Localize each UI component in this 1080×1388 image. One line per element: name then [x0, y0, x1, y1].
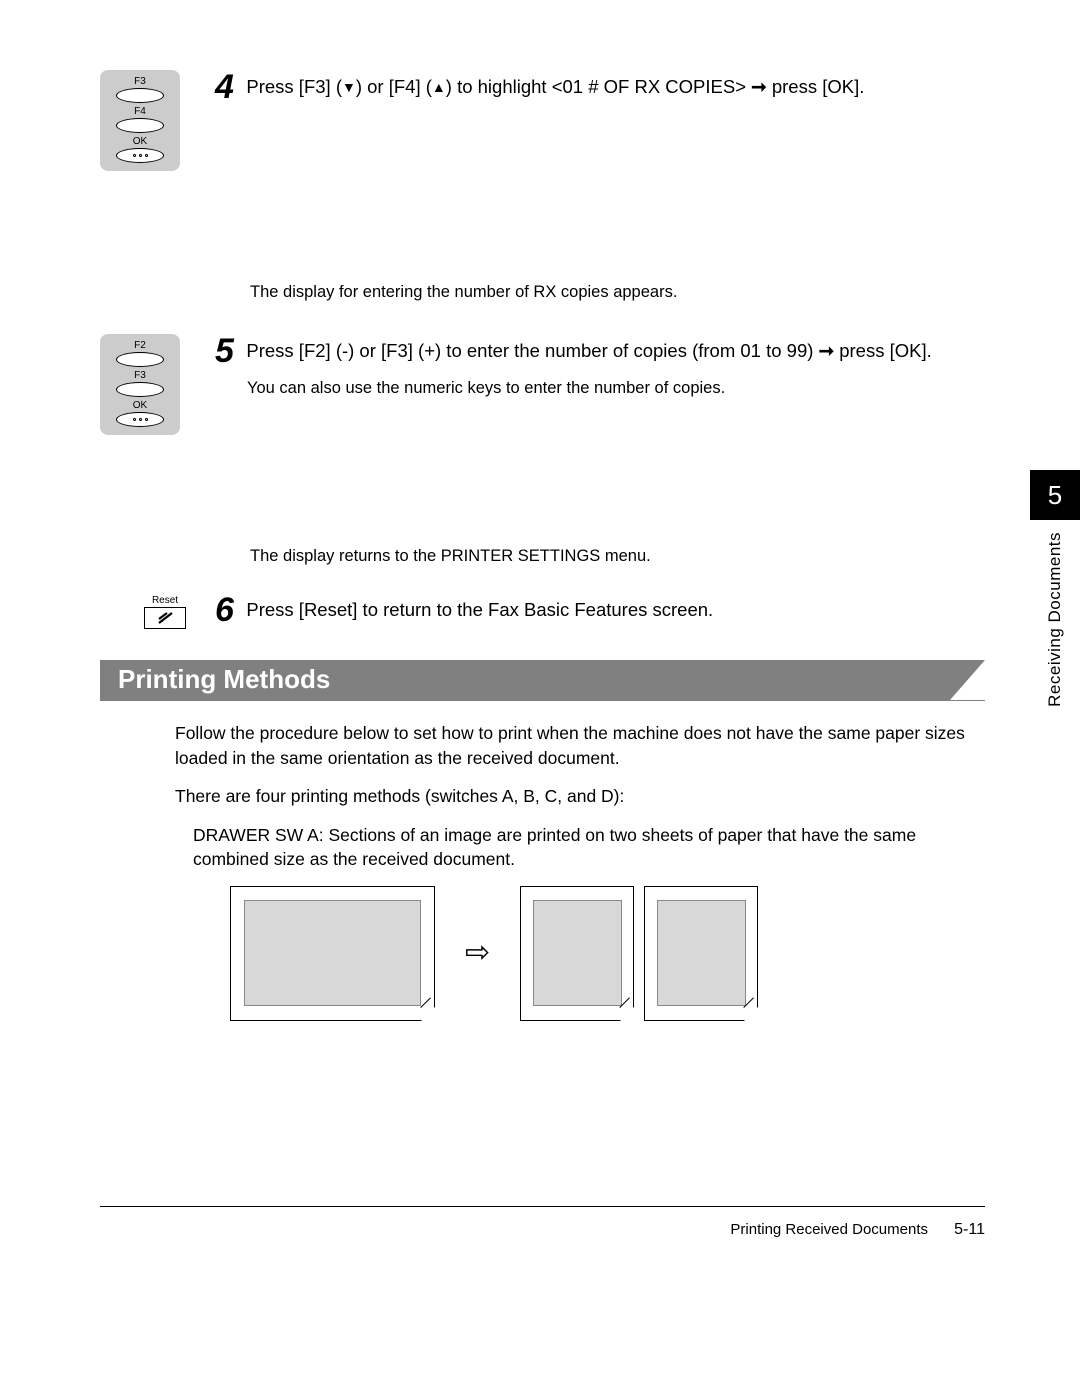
key-f3-label: F3 — [134, 76, 146, 87]
step-text: Press [F3] (▼) or [F4] (▲) to highlight … — [246, 76, 864, 97]
section-heading: Printing Methods — [100, 660, 985, 701]
footer-page: 5-11 — [954, 1221, 985, 1238]
step4-after-text: The display for entering the number of R… — [250, 281, 985, 304]
split-page-left-icon — [520, 886, 634, 1021]
reset-key-icon: Reset — [100, 593, 215, 629]
footer-title: Printing Received Documents — [730, 1221, 928, 1238]
key-f4-label: F4 — [134, 106, 146, 117]
section-p3: DRAWER SW A: Sections of an image are pr… — [193, 823, 985, 872]
step-note: You can also use the numeric keys to ent… — [247, 377, 985, 400]
key-f2-label: F2 — [134, 340, 146, 351]
step-6: Reset 6 Press [Reset] to return to the F… — [100, 593, 985, 630]
step-number: 6 — [215, 591, 234, 630]
step-4: F3 F4 OK 4 Press [F3] (▼) or [F4] (▲) to… — [100, 70, 985, 171]
section-body: Follow the procedure below to set how to… — [175, 721, 985, 1021]
diagram-drawer-a: ⇨ — [230, 886, 985, 1021]
key-ok-label: OK — [133, 400, 147, 411]
section-p2: There are four printing methods (switche… — [175, 784, 985, 809]
step-text: Press [F2] (-) or [F3] (+) to enter the … — [246, 340, 931, 361]
step5-after-text: The display returns to the PRINTER SETTI… — [250, 545, 985, 568]
section-p1: Follow the procedure below to set how to… — [175, 721, 985, 770]
reset-icon — [157, 611, 174, 625]
arrow-right-icon: ⇨ — [465, 932, 490, 974]
chapter-tab: 5 Receiving Documents — [1030, 470, 1080, 707]
wide-page-icon — [230, 886, 435, 1021]
chapter-title: Receiving Documents — [1045, 532, 1065, 707]
key-f3-label: F3 — [134, 370, 146, 381]
keypad-icon: F3 F4 OK — [100, 70, 215, 171]
key-ok-label: OK — [133, 136, 147, 147]
step-number: 4 — [215, 68, 234, 107]
step-text: Press [Reset] to return to the Fax Basic… — [246, 599, 713, 620]
reset-label: Reset — [152, 595, 178, 606]
split-page-right-icon — [644, 886, 758, 1021]
step-5: F2 F3 OK 5 Press [F2] (-) or [F3] (+) to… — [100, 334, 985, 435]
keypad-icon: F2 F3 OK — [100, 334, 215, 435]
chapter-number: 5 — [1030, 470, 1080, 520]
step-number: 5 — [215, 332, 234, 371]
footer: Printing Received Documents 5-11 — [100, 1206, 985, 1239]
